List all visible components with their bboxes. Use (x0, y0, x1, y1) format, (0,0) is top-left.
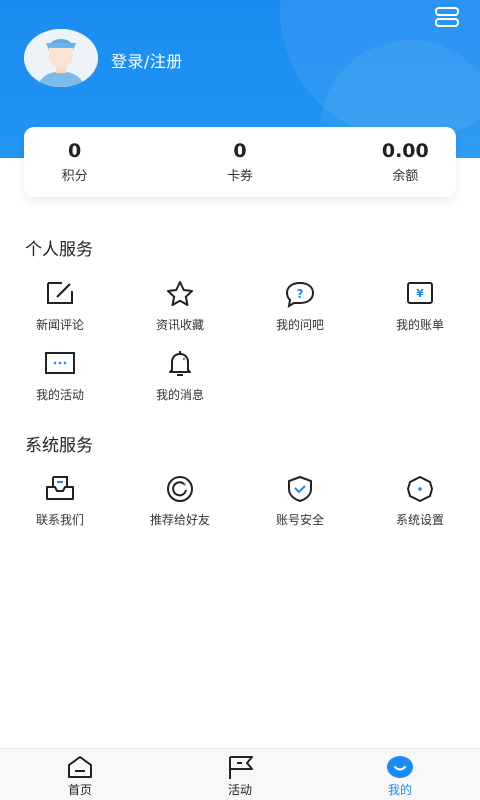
service-label: 联系我们 (35, 513, 84, 527)
service-favorites[interactable]: 资讯收藏 (120, 279, 240, 333)
service-label: 我的问吧 (275, 318, 324, 332)
stat-value: 0 (68, 140, 82, 162)
inbox-icon (44, 474, 76, 504)
tab-label: 我的 (387, 783, 412, 797)
stat-label: 余额 (392, 169, 419, 184)
service-label: 我的账单 (395, 318, 444, 332)
section-title-system: 系统服务 (25, 436, 93, 456)
share-circle-icon (164, 474, 196, 504)
yen-bill-icon: ¥ (404, 279, 436, 309)
svg-text:?: ? (297, 287, 304, 301)
service-account-security[interactable]: 账号安全 (240, 474, 360, 528)
tab-activities[interactable]: 活动 (160, 749, 320, 800)
service-label: 推荐给好友 (149, 513, 210, 527)
tab-mine[interactable]: 我的 (320, 749, 480, 800)
tab-label: 活动 (227, 783, 252, 797)
service-my-bills[interactable]: ¥ 我的账单 (360, 279, 480, 333)
service-label: 新闻评论 (35, 318, 84, 332)
service-my-activities[interactable]: 我的活动 (0, 349, 120, 403)
service-system-settings[interactable]: 系统设置 (360, 474, 480, 528)
service-contact-us[interactable]: 联系我们 (0, 474, 120, 528)
stat-value: 0.00 (381, 140, 429, 162)
service-label: 资讯收藏 (155, 318, 204, 332)
question-icon: ? (284, 279, 316, 309)
stats-card: 0 积分 0 卡券 0.00 余额 (24, 127, 456, 197)
settings-icon (404, 474, 436, 504)
section-title-personal: 个人服务 (25, 240, 93, 260)
service-my-questions[interactable]: ? 我的问吧 (240, 279, 360, 333)
profile-page: 登录/注册 0 积分 0 卡券 0.00 余额 个人服务 新闻评论 资讯收藏 ?… (0, 0, 480, 800)
tab-home[interactable]: 首页 (0, 749, 160, 800)
home-icon (66, 754, 94, 780)
service-label: 系统设置 (395, 513, 444, 527)
star-icon (164, 279, 196, 309)
avatar[interactable] (24, 29, 98, 87)
flag-icon (226, 754, 254, 780)
shield-check-icon (284, 474, 316, 504)
login-register-link[interactable]: 登录/注册 (111, 48, 183, 72)
service-recommend-friends[interactable]: 推荐给好友 (120, 474, 240, 528)
service-my-messages[interactable]: 我的消息 (120, 349, 240, 403)
stat-label: 积分 (61, 169, 88, 184)
service-news-comments[interactable]: 新闻评论 (0, 279, 120, 333)
menu-icon[interactable] (434, 6, 460, 28)
service-label: 我的活动 (35, 388, 84, 402)
stat-points[interactable]: 0 积分 (15, 140, 135, 184)
service-label: 我的消息 (155, 388, 204, 402)
stat-value: 0 (233, 140, 247, 162)
bell-icon (164, 349, 196, 379)
svg-text:¥: ¥ (416, 287, 424, 300)
profile-smile-icon (386, 754, 414, 780)
edit-icon (44, 279, 76, 309)
bottom-tab-bar: 首页 活动 我的 (0, 748, 480, 800)
activity-card-icon (44, 349, 76, 379)
service-label: 账号安全 (275, 513, 324, 527)
tab-label: 首页 (67, 783, 92, 797)
stat-label: 卡券 (226, 169, 253, 184)
stat-coupons[interactable]: 0 卡券 (180, 140, 300, 184)
stat-balance[interactable]: 0.00 余额 (345, 140, 465, 184)
